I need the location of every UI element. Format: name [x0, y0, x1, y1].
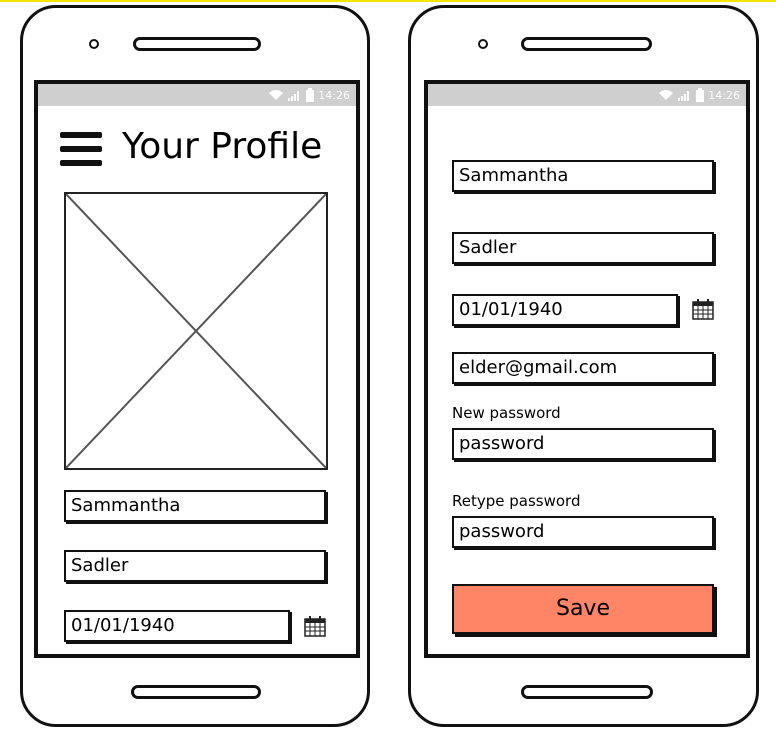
signal-icon — [288, 91, 300, 101]
last-name-field[interactable]: Sadler — [64, 550, 326, 582]
profile-image-placeholder[interactable] — [64, 192, 328, 470]
page-title: Your Profile — [122, 126, 323, 167]
retype-password-field[interactable]: password — [452, 516, 714, 548]
top-accent-line — [0, 0, 776, 2]
birthdate-field[interactable]: 01/01/1940 — [64, 610, 290, 642]
speaker-slot — [133, 37, 261, 51]
screen-left: 14:26 Your Profile Sammantha Sadler 01/0… — [34, 80, 360, 658]
calendar-icon[interactable] — [304, 615, 326, 637]
camera-dot — [478, 39, 488, 49]
status-bar: 14:26 — [38, 84, 356, 106]
phone-frame-right: 14:26 Sammantha Sadler 01/01/1940 elder@… — [408, 5, 759, 727]
screen-right: 14:26 Sammantha Sadler 01/01/1940 elder@… — [424, 80, 750, 658]
email-field[interactable]: elder@gmail.com — [452, 352, 714, 384]
camera-dot — [89, 39, 99, 49]
signal-icon — [678, 91, 690, 101]
first-name-field[interactable]: Sammantha — [452, 160, 714, 192]
birthdate-field[interactable]: 01/01/1940 — [452, 294, 678, 326]
status-time: 14:26 — [708, 88, 740, 102]
save-button[interactable]: Save — [452, 584, 714, 634]
home-button[interactable] — [521, 685, 653, 699]
first-name-field[interactable]: Sammantha — [64, 490, 326, 522]
home-button[interactable] — [131, 685, 261, 699]
battery-icon — [696, 88, 705, 102]
last-name-field[interactable]: Sadler — [452, 232, 714, 264]
wifi-icon — [659, 90, 674, 100]
speaker-slot — [521, 37, 652, 51]
status-bar: 14:26 — [428, 84, 746, 106]
retype-password-label: Retype password — [452, 492, 581, 510]
menu-icon[interactable] — [60, 132, 102, 166]
new-password-label: New password — [452, 404, 561, 422]
status-time: 14:26 — [318, 88, 350, 102]
battery-icon — [306, 88, 315, 102]
new-password-field[interactable]: password — [452, 428, 714, 460]
calendar-icon[interactable] — [692, 298, 714, 320]
wifi-icon — [269, 90, 284, 100]
phone-frame-left: 14:26 Your Profile Sammantha Sadler 01/0… — [20, 5, 370, 727]
